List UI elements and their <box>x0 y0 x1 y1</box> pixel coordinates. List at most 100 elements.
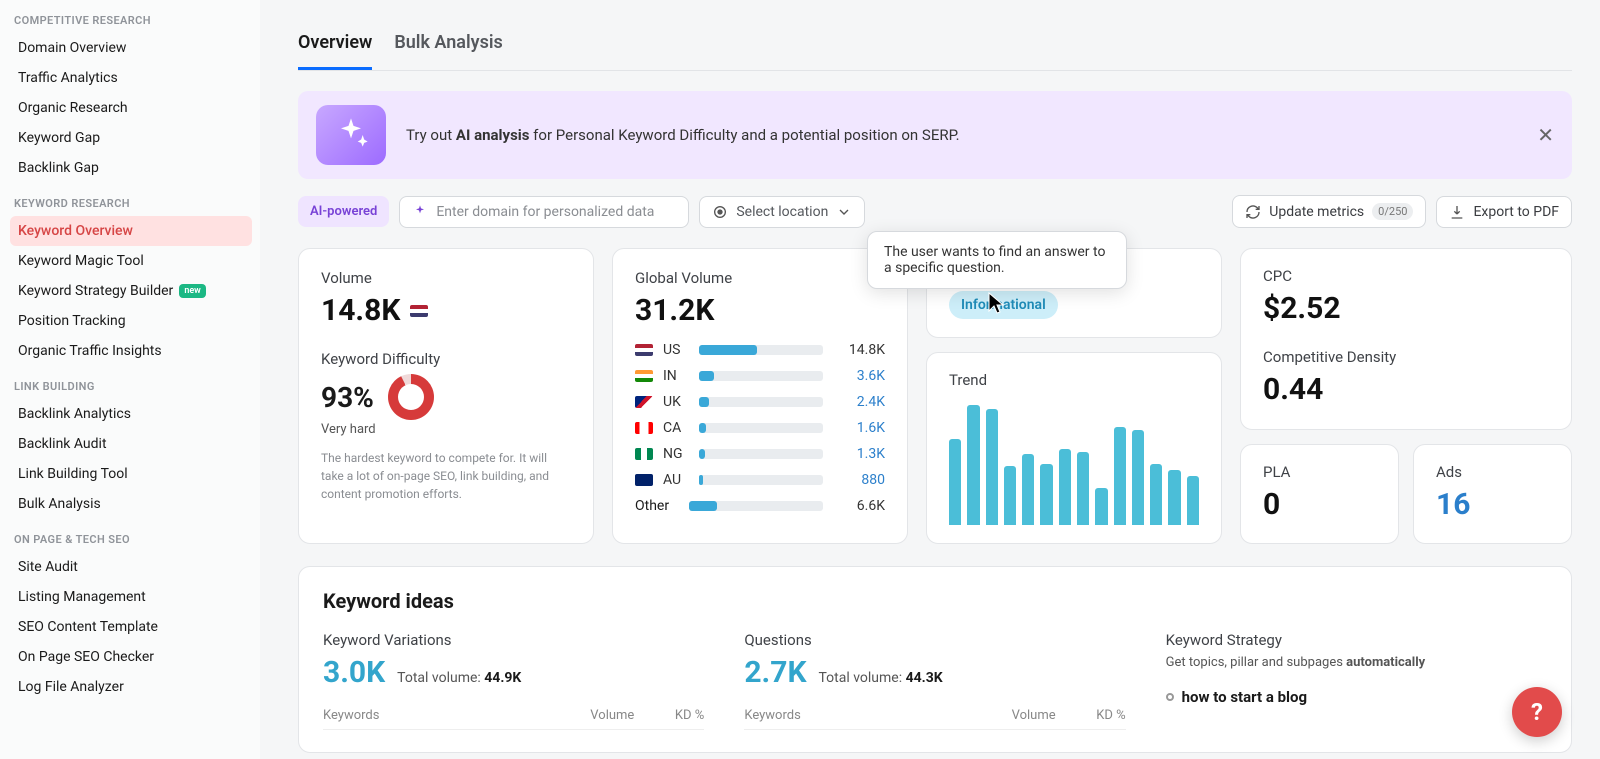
gv-row-au: AU880 <box>635 472 885 488</box>
strategy-desc: Get topics, pillar and subpages automati… <box>1166 655 1547 670</box>
volume-value: 14.8K <box>321 293 571 328</box>
gv-row-in: IN3.6K <box>635 368 885 384</box>
kd-percent: 93% <box>321 381 374 414</box>
update-count-pill: 0/250 <box>1372 203 1413 220</box>
global-volume-label: Global Volume <box>635 269 885 287</box>
sidebar-item-keyword-gap[interactable]: Keyword Gap <box>10 123 252 153</box>
gv-row-uk: UK2.4K <box>635 394 885 410</box>
density-label: Competitive Density <box>1263 348 1549 366</box>
questions-col: Questions 2.7K Total volume: 44.3K Keywo… <box>744 631 1125 730</box>
global-volume-card: Global Volume 31.2K US14.8K IN3.6K UK2.4K C… <box>612 248 908 544</box>
location-icon <box>712 204 728 220</box>
sidebar-group-title: ON PAGE & TECH SEO <box>10 519 252 552</box>
keyword-ideas-card: Keyword ideas Keyword Variations 3.0K To… <box>298 566 1572 753</box>
trend-bar <box>1168 470 1180 525</box>
cpc-label: CPC <box>1263 267 1549 285</box>
trend-bar <box>967 405 979 525</box>
sparkle-small-icon <box>412 204 428 220</box>
domain-input[interactable]: Enter domain for personalized data <box>399 196 689 228</box>
intent-card: The user wants to find an answer to a sp… <box>926 248 1222 338</box>
strategy-label: Keyword Strategy <box>1166 631 1547 649</box>
sidebar-item-organic-traffic-insights[interactable]: Organic Traffic Insights <box>10 336 252 366</box>
strategy-keyword[interactable]: how to start a blog <box>1166 688 1547 706</box>
sparkle-icon <box>316 105 386 165</box>
trend-bar <box>1040 464 1052 525</box>
sidebar-item-backlink-analytics[interactable]: Backlink Analytics <box>10 399 252 429</box>
sidebar-item-position-tracking[interactable]: Position Tracking <box>10 306 252 336</box>
sidebar-item-keyword-overview[interactable]: Keyword Overview <box>10 216 252 246</box>
help-button[interactable]: ? <box>1512 687 1562 737</box>
trend-bar <box>986 409 998 525</box>
location-select[interactable]: Select location <box>699 196 865 228</box>
sidebar-item-organic-research[interactable]: Organic Research <box>10 93 252 123</box>
gv-row-ca: CA1.6K <box>635 420 885 436</box>
variations-table-header: KeywordsVolumeKD % <box>323 708 704 730</box>
gv-row-ng: NG1.3K <box>635 446 885 462</box>
flag-ng-icon <box>635 448 653 460</box>
sidebar-item-domain-overview[interactable]: Domain Overview <box>10 33 252 63</box>
flag-au-icon <box>635 474 653 486</box>
sidebar-item-link-building-tool[interactable]: Link Building Tool <box>10 459 252 489</box>
flag-us-icon <box>410 305 428 317</box>
trend-bar <box>1077 452 1089 525</box>
sidebar-item-keyword-strategy-builder[interactable]: Keyword Strategy Buildernew <box>10 276 252 306</box>
kd-donut-chart <box>388 374 434 420</box>
pla-card: PLA 0 <box>1240 444 1399 545</box>
flag-ca-icon <box>635 422 653 434</box>
tab-overview[interactable]: Overview <box>298 22 372 70</box>
sidebar-item-seo-content-template[interactable]: SEO Content Template <box>10 612 252 642</box>
export-pdf-button[interactable]: Export to PDF <box>1436 196 1572 228</box>
trend-card: Trend <box>926 352 1222 544</box>
volume-card: Volume 14.8K Keyword Difficulty 93% Very… <box>298 248 594 544</box>
trend-bar <box>949 439 961 525</box>
bullet-icon <box>1166 693 1174 701</box>
trend-chart <box>949 405 1199 525</box>
intent-tooltip: The user wants to find an answer to a sp… <box>867 231 1127 289</box>
questions-count: 2.7K <box>744 655 806 690</box>
sidebar-item-traffic-analytics[interactable]: Traffic Analytics <box>10 63 252 93</box>
intent-chip[interactable]: Informational <box>949 291 1058 319</box>
sidebar-item-backlink-audit[interactable]: Backlink Audit <box>10 429 252 459</box>
ai-banner: Try out AI analysis for Personal Keyword… <box>298 91 1572 179</box>
sidebar-item-listing-management[interactable]: Listing Management <box>10 582 252 612</box>
trend-bar <box>1059 449 1071 525</box>
sidebar-item-keyword-magic-tool[interactable]: Keyword Magic Tool <box>10 246 252 276</box>
trend-bar <box>1022 454 1034 525</box>
sidebar-group-title: COMPETITIVE RESEARCH <box>10 0 252 33</box>
ads-label: Ads <box>1436 463 1549 481</box>
gv-other-row: Other 6.6K <box>635 498 885 514</box>
trend-bar <box>1004 466 1016 525</box>
trend-label: Trend <box>949 371 1199 389</box>
tab-bulk-analysis[interactable]: Bulk Analysis <box>394 22 502 70</box>
banner-text: Try out AI analysis for Personal Keyword… <box>406 126 960 144</box>
sidebar: COMPETITIVE RESEARCHDomain OverviewTraff… <box>0 0 260 759</box>
pla-value: 0 <box>1263 487 1376 522</box>
main-content: Overview Bulk Analysis Try out AI analysi… <box>260 0 1600 759</box>
cpc-card: CPC $2.52 Competitive Density 0.44 <box>1240 248 1572 430</box>
density-value: 0.44 <box>1263 372 1549 407</box>
questions-label: Questions <box>744 631 1125 649</box>
sidebar-item-bulk-analysis[interactable]: Bulk Analysis <box>10 489 252 519</box>
sidebar-item-backlink-gap[interactable]: Backlink Gap <box>10 153 252 183</box>
variations-count: 3.0K <box>323 655 385 690</box>
chevron-down-icon <box>836 204 852 220</box>
flag-in-icon <box>635 370 653 382</box>
variations-label: Keyword Variations <box>323 631 704 649</box>
flag-uk-icon <box>635 396 653 408</box>
close-icon[interactable]: ✕ <box>1537 123 1554 147</box>
sidebar-group-title: LINK BUILDING <box>10 366 252 399</box>
trend-bar <box>1150 464 1162 525</box>
sidebar-item-site-audit[interactable]: Site Audit <box>10 552 252 582</box>
pla-label: PLA <box>1263 463 1376 481</box>
toolbar: AI-powered Enter domain for personalized… <box>298 195 1572 228</box>
trend-bar <box>1132 430 1144 526</box>
update-metrics-button[interactable]: Update metrics 0/250 <box>1232 195 1426 228</box>
cpc-value: $2.52 <box>1263 291 1549 326</box>
global-volume-value: 31.2K <box>635 293 885 328</box>
sidebar-item-log-file-analyzer[interactable]: Log File Analyzer <box>10 672 252 702</box>
sidebar-item-on-page-seo-checker[interactable]: On Page SEO Checker <box>10 642 252 672</box>
strategy-col: Keyword Strategy Get topics, pillar and … <box>1166 631 1547 730</box>
flag-us-icon <box>635 344 653 356</box>
trend-bar <box>1187 476 1199 525</box>
gv-row-us: US14.8K <box>635 342 885 358</box>
